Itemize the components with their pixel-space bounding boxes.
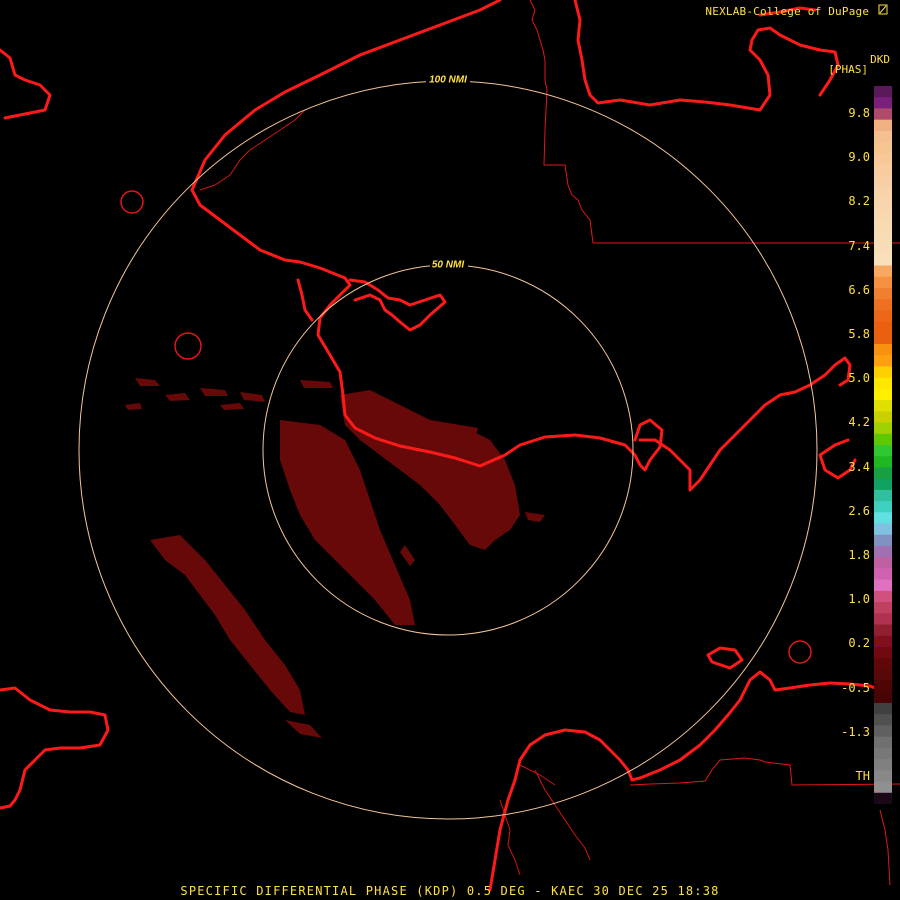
cod-logo-icon (878, 4, 888, 18)
product-code: DKD (870, 53, 890, 66)
legend-band (874, 130, 892, 143)
legend-band (874, 276, 892, 289)
credit-text: NEXLAB-College of DuPage (705, 5, 870, 18)
legend-band (874, 534, 892, 547)
legend-band (874, 512, 892, 525)
legend-tick-label: TH (855, 769, 870, 783)
legend-band (874, 725, 892, 738)
legend-band (874, 613, 892, 626)
legend-tick-label: 3.4 (848, 459, 870, 474)
legend-band (874, 366, 892, 379)
shoreline-detail (199, 109, 591, 876)
legend-band (874, 792, 892, 804)
legend-band (874, 209, 892, 222)
legend-band (874, 781, 892, 794)
legend-band (874, 736, 892, 749)
legend-band (874, 669, 892, 682)
legend-tick-labels: 9.8 9.0 8.2 7.4 6.6 5.8 5.0 4.2 3.4 2.6 1.8 1.0 0.2 -… (838, 86, 874, 804)
radar-display: 100 NMI 50 NMI NEXLAB-College of DuPage … (0, 0, 900, 900)
legend-band (874, 355, 892, 368)
legend-band (874, 153, 892, 166)
legend-band (874, 467, 892, 480)
legend-band (874, 646, 892, 659)
legend-band (874, 770, 892, 783)
legend-band (874, 332, 892, 345)
legend-band (874, 433, 892, 446)
legend-tick-label: -1.3 (841, 724, 870, 739)
credit-label: NEXLAB-College of DuPage (705, 4, 888, 18)
legend-band (874, 489, 892, 502)
legend-band (874, 658, 892, 670)
legend-band (874, 714, 892, 727)
legend-tick-label: 5.0 (848, 371, 870, 386)
legend-band (874, 759, 892, 771)
legend-tick-label: 5.8 (848, 327, 870, 341)
legend-band (874, 265, 892, 278)
legend-band (874, 97, 892, 110)
legend-band (874, 445, 892, 457)
legend-tick-label: 9.8 (848, 106, 870, 120)
legend-band (874, 579, 892, 592)
legend-band (874, 703, 892, 715)
legend-tick-label: 2.6 (848, 503, 870, 518)
legend-band (874, 164, 892, 177)
legend-band (874, 624, 892, 637)
legend-band (874, 635, 892, 648)
legend-band (874, 119, 892, 132)
legend-band (874, 456, 892, 469)
legend-band (874, 198, 892, 211)
legend-band (874, 501, 892, 513)
legend-band (874, 411, 892, 424)
legend-band (874, 299, 892, 311)
legend-band (874, 321, 892, 334)
legend-band (874, 377, 892, 390)
legend-tick-label: 6.6 (848, 282, 870, 297)
product-footer: SPECIFIC DIFFERENTIAL PHASE (KDP) 0.5 DE… (180, 884, 720, 898)
legend-band (874, 344, 892, 356)
legend-tick-label: 1.0 (848, 592, 870, 607)
legend-band (874, 568, 892, 581)
legend-band (874, 254, 892, 267)
legend-band (874, 86, 892, 98)
legend-tick-label: -0.5 (841, 680, 870, 695)
legend-band (874, 310, 892, 323)
legend-band (874, 108, 892, 121)
legend-band (874, 680, 892, 693)
legend-band (874, 747, 892, 760)
legend-tick-label: 1.8 (848, 548, 870, 562)
range-ring-label-100: 100 NMI (429, 75, 467, 86)
legend-band (874, 186, 892, 199)
radar-map: 100 NMI 50 NMI (0, 0, 900, 892)
legend-band (874, 602, 892, 614)
legend-band (874, 400, 892, 412)
legend-band (874, 388, 892, 401)
units-label: [PHAS] (828, 63, 868, 76)
legend-tick-label: 0.2 (848, 636, 870, 651)
legend-band (874, 557, 892, 570)
legend-color-bands (874, 86, 892, 804)
legend-band (874, 523, 892, 536)
legend-tick-label: 8.2 (848, 194, 870, 209)
range-ring-labels: 100 NMI 50 NMI (426, 73, 470, 271)
legend-band (874, 243, 892, 255)
legend-band (874, 545, 892, 558)
legend-band (874, 231, 892, 244)
legend-band (874, 422, 892, 435)
legend-band (874, 590, 892, 603)
echo-region (125, 378, 545, 738)
legend-tick-label: 9.0 (848, 150, 870, 165)
legend-band (874, 175, 892, 188)
legend-band (874, 142, 892, 154)
legend-band (874, 220, 892, 233)
legend-tick-label: 7.4 (848, 238, 870, 253)
legend-band (874, 287, 892, 300)
legend-band (874, 478, 892, 491)
legend-band (874, 691, 892, 704)
range-ring-label-50: 50 NMI (432, 260, 464, 271)
legend-tick-label: 4.2 (848, 415, 870, 430)
